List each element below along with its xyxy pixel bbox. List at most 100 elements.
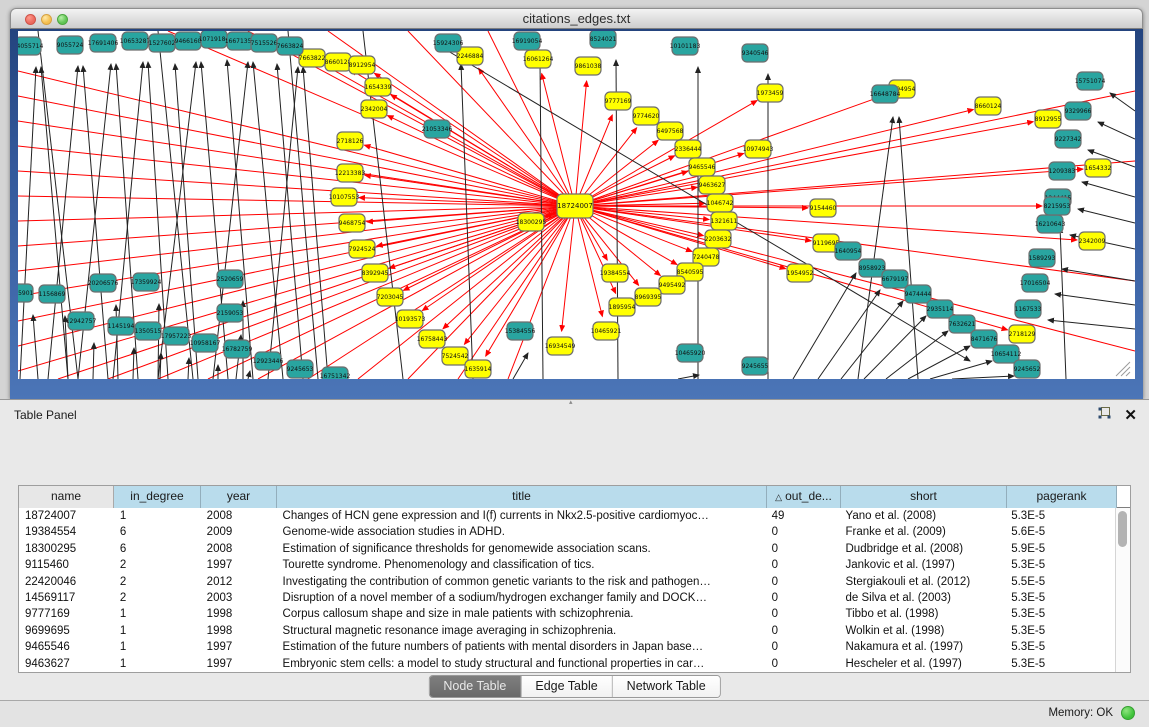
citation-edge-red[interactable] [575,122,1033,206]
graph-node-yellow[interactable]: 9861038 [575,57,602,75]
graph-node-yellow[interactable]: 1654332 [1085,159,1112,177]
citation-edge-black[interactable] [864,316,926,379]
graph-node-teal[interactable]: 15924306 [433,34,464,52]
citation-edge-black[interactable] [678,375,699,379]
graph-node-yellow[interactable]: 16061264 [523,50,554,68]
graph-node-yellow[interactable]: 2342009 [1079,232,1106,250]
graph-node-yellow[interactable]: 16758443 [417,330,448,348]
graph-node-teal[interactable]: 15384556 [505,322,536,340]
graph-node-teal[interactable]: 9466160 [175,32,202,50]
graph-node-yellow[interactable]: 1321611 [711,212,738,230]
graph-node-yellow[interactable]: 1973459 [757,84,784,102]
graph-node-yellow[interactable]: 9463627 [699,176,726,194]
graph-node-teal[interactable]: 10653287 [120,32,151,50]
citation-edge-black[interactable] [930,361,992,379]
graph-node-yellow[interactable]: 1954952 [787,264,814,282]
graph-node-teal[interactable]: 10101183 [670,37,701,55]
graph-node-teal[interactable]: 2159053 [217,304,244,322]
graph-node-teal[interactable]: 16751342 [320,367,351,379]
graph-node-yellow[interactable]: 9777169 [605,92,632,110]
citation-edge-black[interactable] [1082,182,1135,197]
graph-node-teal[interactable]: 1167533 [1015,300,1042,318]
graph-node-teal[interactable]: 7632621 [949,315,976,333]
citation-edge-black[interactable] [1078,209,1135,223]
graph-node-teal[interactable]: 1156869 [39,285,66,303]
graph-node-teal[interactable]: 16648784 [870,85,901,103]
citation-edge-black[interactable] [33,315,38,379]
graph-node-yellow[interactable]: 1895954 [609,298,636,316]
citation-edge-red[interactable] [18,206,575,221]
graph-node-yellow[interactable]: 1635914 [465,360,492,378]
citation-edge-black[interactable] [461,64,473,379]
graph-node-teal[interactable]: 15751074 [1075,72,1106,90]
graph-node-teal[interactable]: 10465920 [675,344,706,362]
graph-node-yellow[interactable]: 8912954 [349,56,376,74]
table-scrollbar[interactable] [1115,508,1130,672]
graph-node-teal[interactable]: 17691406 [88,34,119,52]
graph-node-yellow[interactable]: 2718129 [1009,325,1036,343]
citation-edge-red[interactable] [18,71,575,206]
citation-edge-red[interactable] [575,115,612,206]
graph-node-teal[interactable]: 1589293 [1029,249,1056,267]
graph-node-teal[interactable]: 8524021 [590,31,617,48]
table-row[interactable]: 946554611997Estimation of the future num… [19,639,1115,655]
citation-edge-black[interactable] [277,64,303,379]
citation-edge-black[interactable] [201,62,228,379]
citation-edge-black[interactable] [1110,93,1135,111]
graph-node-teal[interactable]: 16919054 [512,32,543,50]
column-header-name[interactable]: name [19,486,114,508]
citation-edge-black[interactable] [133,348,134,379]
graph-node-yellow[interactable]: 7924524 [349,240,376,258]
graph-node-teal[interactable]: 8215953 [1044,197,1071,215]
graph-node-teal[interactable]: 7663824 [277,37,304,55]
graph-node-teal[interactable]: 9227342 [1055,130,1082,148]
citation-edge-red[interactable] [364,145,575,206]
network-window-titlebar[interactable]: citations_edges.txt [10,8,1143,29]
graph-node-yellow[interactable]: 8660124 [975,97,1002,115]
table-row[interactable]: 1938455462009Genome-wide association stu… [19,524,1115,540]
citation-edge-red[interactable] [575,81,587,206]
graph-node-teal[interactable]: 16782759 [222,340,253,358]
graph-node-yellow[interactable]: 8969395 [635,288,662,306]
graph-node-teal[interactable]: 17359924 [131,273,162,291]
table-row[interactable]: 1456911722003Disruption of a novel membe… [19,590,1115,606]
citation-edge-black[interactable] [513,353,528,379]
graph-node-teal[interactable]: 1640954 [835,242,862,260]
resize-grip-icon[interactable] [1116,362,1130,376]
graph-node-yellow[interactable]: 9465546 [689,158,716,176]
graph-node-teal[interactable]: 1350515 [135,322,162,340]
graph-node-teal[interactable]: 7515526 [251,34,278,52]
citation-edge-black[interactable] [1048,320,1135,329]
graph-node-teal[interactable]: 14055714 [18,37,43,55]
tab-node-table[interactable]: Node Table [429,676,521,697]
graph-node-teal[interactable]: 9340546 [742,44,769,62]
graph-node-teal[interactable]: 6679197 [882,270,909,288]
graph-node-teal[interactable]: 9245655 [742,357,769,375]
graph-node-yellow[interactable]: 6497568 [657,122,684,140]
citation-edge-black[interactable] [818,290,880,379]
column-header-in_degree[interactable]: in_degree [114,486,201,508]
citation-edge-black[interactable] [268,67,298,379]
table-row[interactable]: 977716911998Corpus callosum shape and si… [19,606,1115,622]
table-row[interactable]: 2242004622012Investigating the contribut… [19,574,1115,590]
graph-node-teal[interactable]: 12942757 [66,312,97,330]
column-header-title[interactable]: title [277,486,767,508]
graph-node-yellow[interactable]: 7524542 [442,347,469,365]
citation-edge-black[interactable] [1062,269,1135,281]
citation-edge-red[interactable] [575,94,888,206]
graph-node-yellow[interactable]: 8660128 [325,53,352,71]
column-header-pagerank[interactable]: pagerank [1007,486,1117,508]
graph-node-yellow[interactable]: 19384554 [600,264,631,282]
graph-node-yellow[interactable]: 10193573 [395,310,426,328]
split-divider-handle[interactable]: ▴ [569,401,578,406]
graph-node-teal[interactable]: 10958167 [190,334,221,352]
graph-node-yellow[interactable]: 8392945 [362,264,389,282]
table-row[interactable]: 946362711997Embryonic stem cells: a mode… [19,656,1115,672]
graph-node-yellow[interactable]: 18300295 [516,213,547,231]
citation-edge-black[interactable] [952,376,1014,379]
citation-edge-black[interactable] [248,371,250,379]
graph-node-teal[interactable]: 17957223 [161,327,192,345]
float-panel-icon[interactable] [1097,406,1112,425]
graph-node-yellow[interactable]: 12213383 [335,164,366,182]
column-header-out_de[interactable]: △out_de... [767,486,841,508]
